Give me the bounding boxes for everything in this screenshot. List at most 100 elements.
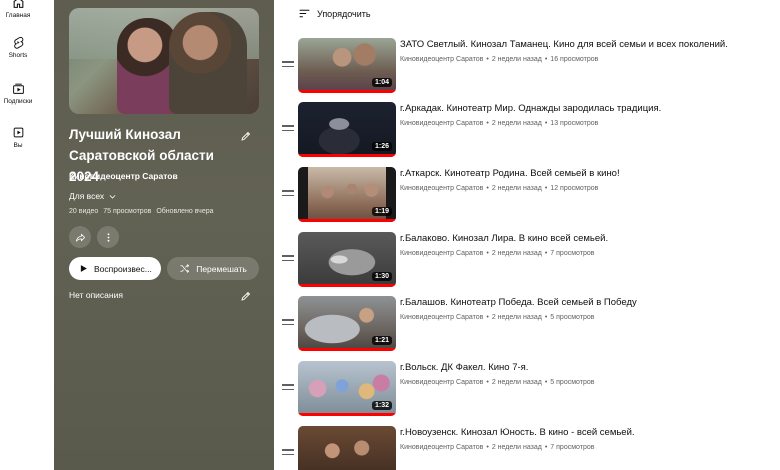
more-actions-button[interactable]: [97, 226, 119, 248]
guide-item-subscriptions[interactable]: Подписки: [0, 82, 36, 105]
video-channel[interactable]: Киновидеоцентр Саратов: [400, 120, 483, 127]
play-all-button[interactable]: Воспроизвес...: [69, 257, 161, 280]
edit-title-button[interactable]: [238, 128, 254, 144]
you-icon: [13, 127, 23, 138]
sort-button[interactable]: Упорядочить: [298, 7, 371, 20]
guide-label-shorts: Shorts: [8, 52, 28, 59]
watch-progress-bar: [298, 90, 396, 93]
video-meta: Киновидеоцентр Саратов • 2 недели назад • …: [400, 56, 599, 63]
video-meta: Киновидеоцентр Саратов • 2 недели назад • …: [400, 185, 599, 192]
playlist-video-row[interactable]: 1:26 г.Аркадак. Кинотеатр Мир. Однажды з…: [280, 102, 780, 160]
shuffle-icon: [180, 264, 190, 273]
video-thumbnail[interactable]: [298, 426, 396, 470]
pencil-icon: [241, 131, 251, 141]
video-title[interactable]: г.Аткарск. Кинотеатр Родина. Всей семьей…: [400, 168, 775, 179]
video-thumbnail[interactable]: 1:26: [298, 102, 396, 157]
guide-label-subscriptions: Подписки: [3, 98, 33, 105]
guide-label-you: Вы: [13, 142, 23, 149]
mini-guide: Главная Shorts Подписки Вы: [0, 0, 36, 470]
playlist-video-row[interactable]: 1:19 г.Аткарск. Кинотеатр Родина. Всей с…: [280, 167, 780, 225]
guide-label-home: Главная: [5, 12, 31, 19]
guide-item-home[interactable]: Главная: [0, 0, 36, 19]
drag-handle-icon[interactable]: [282, 61, 294, 71]
pencil-icon: [241, 291, 251, 301]
video-meta: Киновидеоцентр Саратов • 2 недели назад • …: [400, 250, 595, 257]
playlist-cover-image[interactable]: [69, 8, 259, 114]
drag-handle-icon[interactable]: [282, 125, 294, 135]
playlist-video-row[interactable]: 1:21 г.Балашов. Кинотеатр Победа. Всей с…: [280, 296, 780, 354]
playlist-stats: 20 видео 75 просмотров Обновлено вчера: [69, 208, 214, 215]
video-duration: 1:26: [371, 142, 392, 151]
video-views: 5 просмотров: [550, 314, 595, 321]
playlist-views: 75 просмотров: [103, 208, 152, 215]
guide-item-you[interactable]: Вы: [0, 126, 36, 149]
playlist-title-line1: Лучший Кинозал: [69, 127, 181, 142]
edit-description-button[interactable]: [238, 288, 254, 304]
video-age: 2 недели назад: [491, 185, 542, 192]
watch-progress-bar: [298, 154, 396, 157]
video-views: 7 просмотров: [550, 250, 595, 257]
drag-handle-icon[interactable]: [282, 319, 294, 329]
updated-label: Обновлено вчера: [156, 208, 214, 215]
share-button[interactable]: [69, 226, 91, 248]
video-duration: 1:21: [371, 336, 392, 345]
home-icon: [13, 0, 23, 8]
video-channel[interactable]: Киновидеоцентр Саратов: [400, 250, 483, 257]
video-meta: Киновидеоцентр Саратов • 2 недели назад • …: [400, 120, 599, 127]
playlist-video-row[interactable]: 1:30 г.Балаково. Кинозал Лира. В кино вс…: [280, 232, 780, 290]
video-title[interactable]: г.Новоузенск. Кинозал Юность. В кино - в…: [400, 427, 775, 438]
shorts-icon: [13, 36, 23, 49]
video-title[interactable]: ЗАТО Светлый. Кинозал Таманец. Кино для …: [400, 39, 775, 50]
play-icon: [80, 265, 87, 272]
video-title[interactable]: г.Аркадак. Кинотеатр Мир. Однажды зароди…: [400, 103, 775, 114]
video-title[interactable]: г.Балашов. Кинотеатр Победа. Всей семьей…: [400, 297, 775, 308]
video-age: 2 недели назад: [491, 120, 542, 127]
playlist-header: Лучший Кинозал Саратовской области 2024 …: [54, 0, 274, 470]
video-channel[interactable]: Киновидеоцентр Саратов: [400, 185, 483, 192]
video-channel[interactable]: Киновидеоцентр Саратов: [400, 56, 483, 63]
chevron-down-icon: [109, 194, 116, 199]
video-title[interactable]: г.Вольск. ДК Факел. Кино 7-я.: [400, 362, 775, 373]
subscriptions-icon: [12, 83, 24, 94]
video-duration: 1:19: [371, 207, 392, 216]
video-thumbnail[interactable]: 1:30: [298, 232, 396, 287]
video-channel[interactable]: Киновидеоцентр Саратов: [400, 314, 483, 321]
play-all-label: Воспроизвес...: [94, 263, 152, 274]
watch-progress-bar: [298, 219, 396, 222]
video-channel[interactable]: Киновидеоцентр Саратов: [400, 444, 483, 451]
visibility-label: Для всех: [69, 191, 105, 201]
shuffle-button[interactable]: Перемешать: [167, 257, 259, 280]
video-views: 16 просмотров: [550, 56, 599, 63]
drag-handle-icon[interactable]: [282, 449, 294, 459]
drag-handle-icon[interactable]: [282, 384, 294, 394]
video-views: 5 просмотров: [550, 379, 595, 386]
playlist-video-row[interactable]: г.Новоузенск. Кинозал Юность. В кино - в…: [280, 426, 780, 470]
video-thumbnail[interactable]: 1:19: [298, 167, 396, 222]
watch-progress-bar: [298, 413, 396, 416]
guide-item-shorts[interactable]: Shorts: [0, 36, 36, 59]
drag-handle-icon[interactable]: [282, 255, 294, 265]
video-views: 13 просмотров: [550, 120, 599, 127]
drag-handle-icon[interactable]: [282, 190, 294, 200]
playlist-video-row[interactable]: 1:04 ЗАТО Светлый. Кинозал Таманец. Кино…: [280, 38, 780, 96]
video-age: 2 недели назад: [491, 444, 542, 451]
playlist-video-row[interactable]: 1:32 г.Вольск. ДК Факел. Кино 7-я. Кинов…: [280, 361, 780, 419]
playlist-page: Главная Shorts Подписки Вы Лучший Киноза…: [0, 0, 780, 470]
video-age: 2 недели назад: [491, 56, 542, 63]
watch-progress-bar: [298, 348, 396, 351]
more-vert-icon: [107, 232, 109, 242]
video-channel[interactable]: Киновидеоцентр Саратов: [400, 379, 483, 386]
video-age: 2 недели назад: [491, 379, 542, 386]
video-title[interactable]: г.Балаково. Кинозал Лира. В кино всей се…: [400, 233, 775, 244]
video-thumbnail[interactable]: 1:04: [298, 38, 396, 93]
video-views: 7 просмотров: [550, 444, 595, 451]
visibility-dropdown[interactable]: Для всех: [69, 191, 117, 201]
video-views: 12 просмотров: [550, 185, 599, 192]
playlist-owner[interactable]: Киновидеоцентр Саратов: [69, 171, 178, 181]
video-thumbnail[interactable]: 1:32: [298, 361, 396, 416]
video-age: 2 недели назад: [491, 314, 542, 321]
share-icon: [75, 233, 85, 242]
video-duration: 1:04: [371, 78, 392, 87]
video-thumbnail[interactable]: 1:21: [298, 296, 396, 351]
video-meta: Киновидеоцентр Саратов • 2 недели назад • …: [400, 444, 595, 451]
